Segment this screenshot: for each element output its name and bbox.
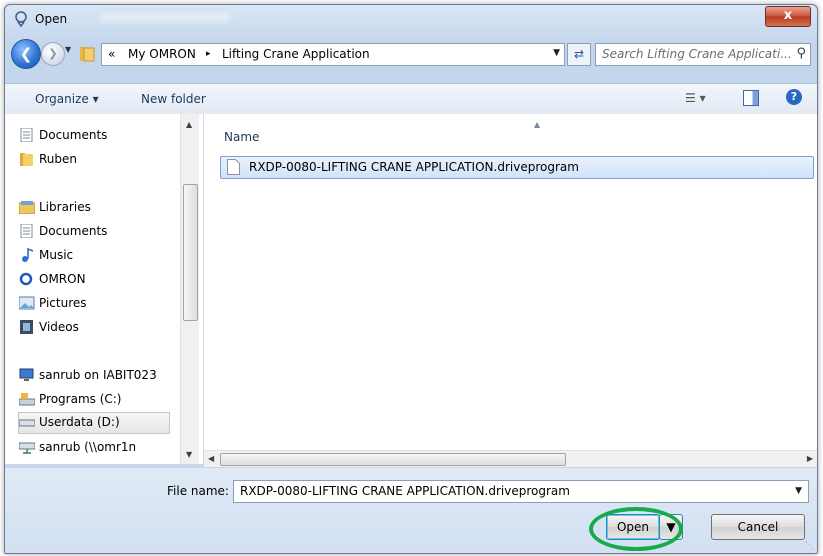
- computer-icon: [19, 368, 34, 381]
- drive-icon: [19, 419, 35, 427]
- document-icon: [20, 224, 33, 238]
- open-file-dialog: Open x ❮ ❯ ▼ « My OMRON ▸ Lifting Crane …: [4, 4, 818, 554]
- breadcrumb-lifting-crane-application[interactable]: Lifting Crane Application: [222, 47, 370, 61]
- nav-item-computer[interactable]: sanrub on IABIT023: [19, 366, 199, 386]
- file-name: RXDP-0080-LIFTING CRANE APPLICATION.driv…: [249, 160, 579, 174]
- nav-pane-scrollbar[interactable]: ▲ ▼: [180, 114, 199, 464]
- nav-item-omron[interactable]: OMRON: [19, 270, 199, 290]
- back-button[interactable]: ❮: [11, 39, 41, 69]
- hscroll-thumb[interactable]: [220, 453, 566, 466]
- omron-icon: [19, 272, 33, 286]
- nav-item-pictures[interactable]: Pictures: [19, 294, 199, 314]
- videos-icon: [20, 320, 33, 334]
- cancel-button[interactable]: Cancel: [711, 514, 805, 540]
- libraries-icon: [19, 201, 35, 214]
- file-name-combobox[interactable]: ▼: [233, 480, 809, 503]
- document-icon: [20, 128, 33, 142]
- title-bar: Open x: [5, 5, 817, 35]
- breadcrumb-separator[interactable]: ▸: [206, 49, 211, 59]
- nav-item-programs-c[interactable]: Programs (C:): [19, 390, 199, 410]
- blurred-background-text: [100, 13, 230, 23]
- search-box[interactable]: Search Lifting Crane Applicati... ⚲: [595, 43, 811, 66]
- folder-icon: [80, 47, 95, 62]
- file-list-hscrollbar[interactable]: ◀ ▶: [204, 450, 817, 467]
- folder-icon: [20, 153, 33, 166]
- breadcrumb-my-omron[interactable]: My OMRON: [128, 47, 196, 61]
- file-name-label: File name:: [167, 484, 229, 498]
- address-bar[interactable]: « My OMRON ▸ Lifting Crane Application ▼: [101, 43, 565, 66]
- file-name-input[interactable]: [238, 483, 782, 499]
- scroll-down-icon[interactable]: ▼: [186, 450, 192, 459]
- resize-grip-icon[interactable]: ⋱: [805, 541, 814, 551]
- file-name-dropdown-icon[interactable]: ▼: [795, 486, 802, 496]
- drive-icon: [19, 393, 35, 406]
- new-folder-button[interactable]: New folder: [141, 92, 206, 106]
- nav-item-libraries[interactable]: Libraries: [19, 198, 199, 218]
- nav-item-userdata-d[interactable]: Userdata (D:): [18, 412, 170, 434]
- nav-item-network-drive[interactable]: sanrub (\\omr1n: [19, 438, 199, 458]
- network-drive-icon: [19, 442, 35, 454]
- command-bar: Organize ▾ New folder ☰ ▾ ?: [5, 83, 817, 115]
- pictures-icon: [19, 296, 35, 310]
- scrollbar-thumb[interactable]: [183, 184, 198, 321]
- search-icon[interactable]: ⚲: [796, 46, 806, 61]
- file-icon: [227, 159, 240, 175]
- file-row[interactable]: RXDP-0080-LIFTING CRANE APPLICATION.driv…: [220, 156, 814, 179]
- organize-menu[interactable]: Organize ▾: [35, 92, 99, 106]
- open-button-highlight-ring: [589, 507, 683, 551]
- scroll-left-icon[interactable]: ◀: [208, 454, 214, 463]
- scroll-up-icon[interactable]: ▲: [186, 120, 192, 129]
- scroll-right-icon[interactable]: ▶: [807, 454, 813, 463]
- address-dropdown-icon[interactable]: ▼: [553, 48, 560, 58]
- nav-item-music[interactable]: Music: [19, 246, 199, 266]
- navigation-pane: Documents Ruben Libraries Documents Musi…: [5, 114, 204, 464]
- forward-button[interactable]: ❯: [41, 42, 65, 66]
- close-button[interactable]: x: [765, 6, 811, 27]
- refresh-button[interactable]: ⇄: [567, 43, 591, 66]
- music-icon: [22, 248, 34, 262]
- dialog-footer: File name: ▼ Open ▼ Cancel ⋱: [5, 467, 817, 553]
- sort-ascending-icon: ▲: [534, 120, 541, 129]
- column-header-name[interactable]: Name: [224, 130, 259, 144]
- help-icon[interactable]: ?: [786, 89, 802, 105]
- address-overflow[interactable]: «: [108, 47, 115, 61]
- recent-locations-dropdown[interactable]: ▼: [65, 45, 71, 54]
- nav-item-ruben[interactable]: Ruben: [19, 150, 199, 170]
- change-view-icon[interactable]: ☰ ▾: [685, 91, 706, 105]
- nav-item-library-documents[interactable]: Documents: [19, 222, 199, 242]
- file-list-pane: ▲ Name RXDP-0080-LIFTING CRANE APPLICATI…: [204, 114, 817, 450]
- address-row: ❮ ❯ ▼ « My OMRON ▸ Lifting Crane Applica…: [5, 39, 817, 71]
- search-input[interactable]: Search Lifting Crane Applicati...: [602, 47, 792, 61]
- preview-pane-icon[interactable]: [743, 90, 759, 106]
- nav-item-documents[interactable]: Documents: [19, 126, 199, 146]
- app-icon: [15, 11, 27, 27]
- nav-item-videos[interactable]: Videos: [19, 318, 199, 338]
- window-title: Open: [35, 12, 68, 26]
